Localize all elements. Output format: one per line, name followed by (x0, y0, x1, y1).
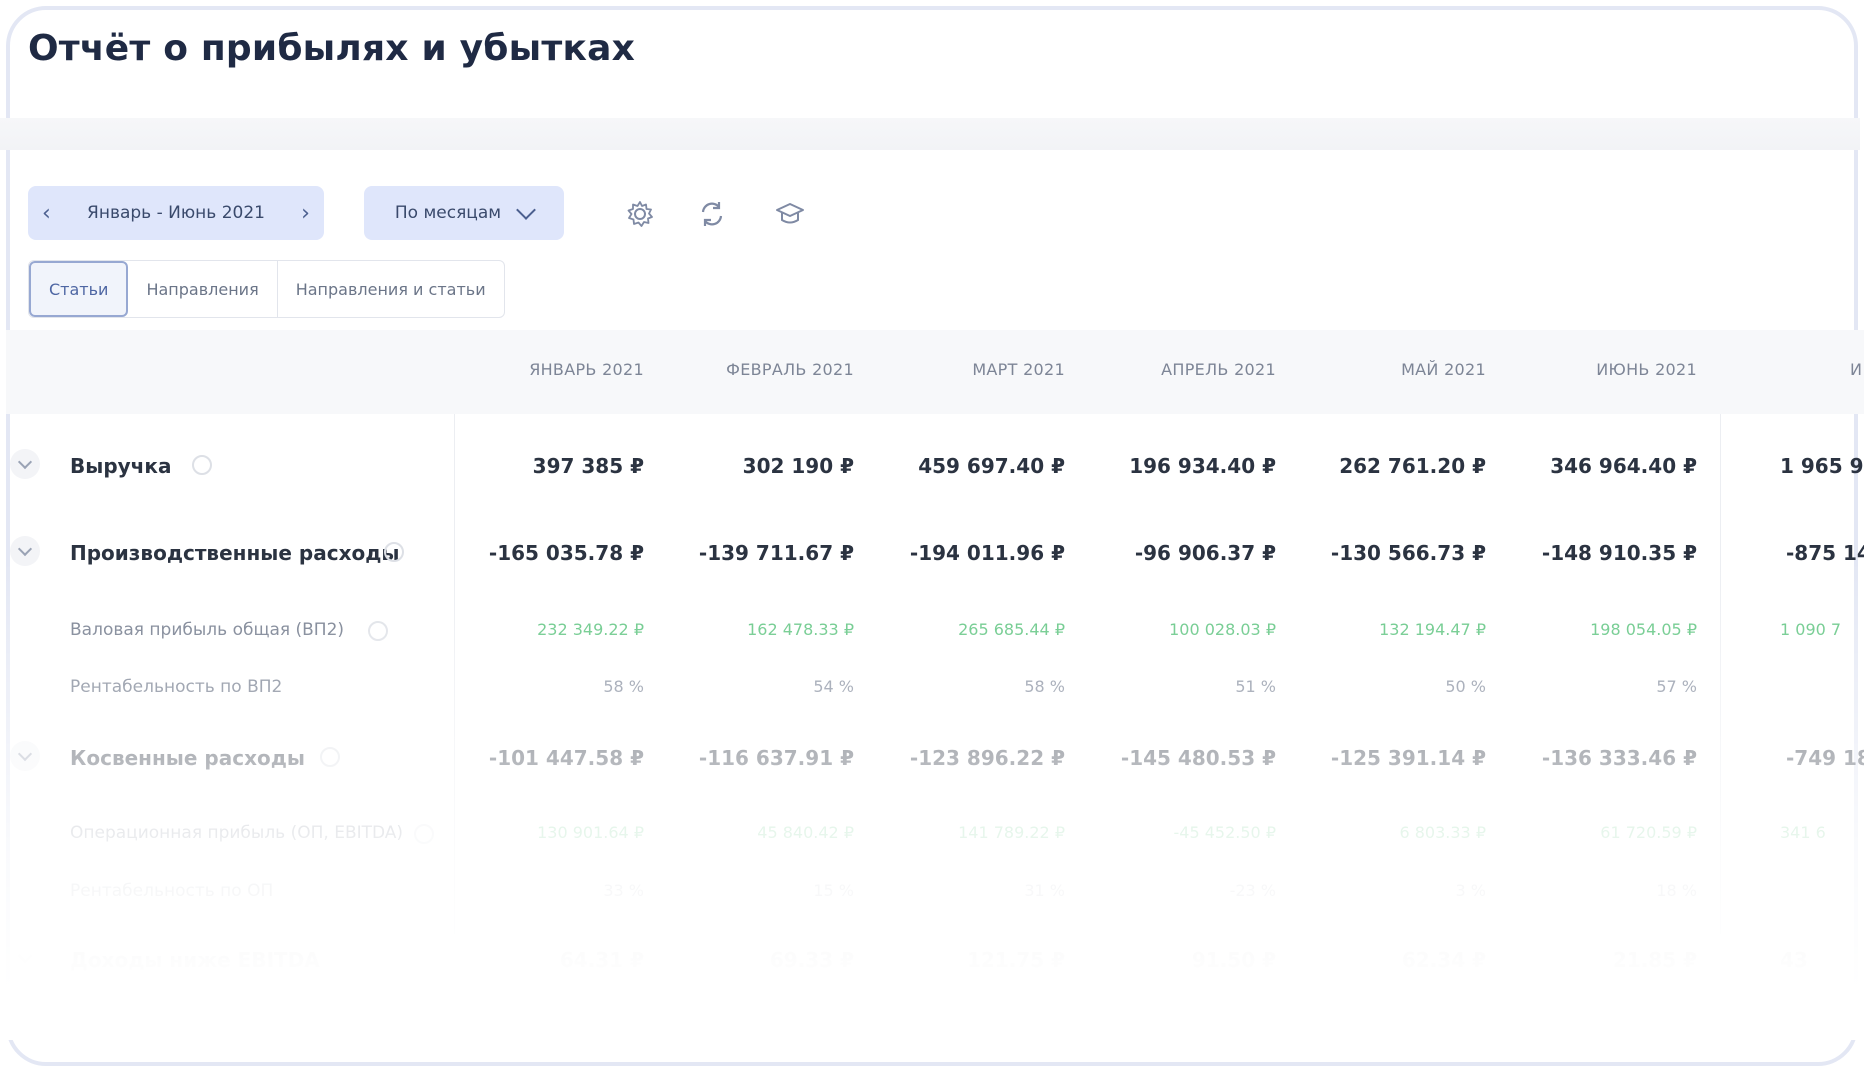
total-cell: 1 090 7 (1780, 620, 1842, 639)
report-card (6, 6, 1858, 1066)
table-cell: 141 789.22 ₽ (958, 823, 1065, 842)
table-cell: 31 % (1024, 881, 1065, 900)
chevron-left-icon[interactable]: ‹ (42, 201, 51, 226)
table-cell: -45 452.50 ₽ (1173, 823, 1276, 842)
table-cell: 302 190 ₽ (742, 454, 854, 478)
row-label: Доходы ниже EBITDA (70, 948, 320, 972)
table-cell: 62.34 ₽ (1401, 948, 1486, 972)
period-selector[interactable]: ‹ Январь - Июнь 2021 › (28, 186, 324, 240)
view-tabs: Статьи Направления Направления и статьи (28, 260, 505, 318)
table-cell: 397 385 ₽ (532, 454, 644, 478)
table-cell: -125 391.14 ₽ (1330, 746, 1486, 770)
table-cell: 121.75 ₽ (966, 948, 1065, 972)
column-header: МАРТ 2021 (972, 360, 1065, 379)
table-cell: 459 697.40 ₽ (918, 454, 1065, 478)
table-cell: -23 % (1229, 881, 1276, 900)
total-cell: 1 965 93 (1780, 454, 1864, 478)
info-icon[interactable] (192, 455, 212, 475)
table-cell: 58 % (603, 677, 644, 696)
column-header: ЯНВАРЬ 2021 (529, 360, 644, 379)
row-label: Выручка (70, 454, 172, 478)
expand-row-icon[interactable] (10, 943, 40, 973)
row-label: Производственные расходы (70, 541, 400, 565)
table-cell: 64.31 ₽ (559, 948, 644, 972)
table-cell: -136 333.46 ₽ (1541, 746, 1697, 770)
table-cell: 162 478.33 ₽ (747, 620, 854, 639)
table-cell: 54 % (813, 677, 854, 696)
table-cell: 58 % (1024, 677, 1065, 696)
total-cell: -749 18 (1786, 746, 1864, 770)
row-label: Валовая прибыль общая (ВП2) (70, 620, 345, 640)
table-cell: 196 934.40 ₽ (1129, 454, 1276, 478)
table-cell: 21.85 ₽ (1612, 948, 1697, 972)
total-cell: -875 14 (1786, 541, 1864, 565)
chevron-right-icon[interactable]: › (301, 201, 310, 226)
table-cell: 15 % (813, 881, 854, 900)
table-cell: 69.33 ₽ (769, 948, 854, 972)
table-cell: -96 906.37 ₽ (1134, 541, 1276, 565)
column-header: ФЕВРАЛЬ 2021 (726, 360, 854, 379)
page-title: Отчёт о прибылях и убытках (28, 28, 635, 69)
table-cell: -101 447.58 ₽ (488, 746, 644, 770)
row-label: Косвенные расходы (70, 746, 305, 770)
row-label: Операционная прибыль (ОП, EBITDA) (70, 823, 404, 843)
expand-row-icon[interactable] (10, 741, 40, 771)
table-cell: -139 711.67 ₽ (698, 541, 854, 565)
table-cell: 61 720.59 ₽ (1600, 823, 1697, 842)
row-label: Рентабельность по ВП2 (70, 677, 283, 697)
table-cell: 198 054.05 ₽ (1590, 620, 1697, 639)
table-cell: 3 % (1455, 881, 1486, 900)
header-divider (0, 118, 1860, 150)
column-header-total-cut: И (1850, 360, 1862, 379)
table-cell: -116 637.91 ₽ (698, 746, 854, 770)
table-cell: 265 685.44 ₽ (958, 620, 1065, 639)
table-cell: -165 035.78 ₽ (488, 541, 644, 565)
table-cell: 91.50 ₽ (1191, 948, 1276, 972)
table-cell: 18 % (1656, 881, 1697, 900)
table-cell: 33 % (603, 881, 644, 900)
gear-icon[interactable] (624, 198, 656, 230)
column-header: МАЙ 2021 (1401, 360, 1486, 379)
table-cell: 57 % (1656, 677, 1697, 696)
period-label: Январь - Июнь 2021 (87, 203, 265, 223)
column-header: АПРЕЛЬ 2021 (1161, 360, 1276, 379)
table-cell: 50 % (1445, 677, 1486, 696)
table-cell: 45 840.42 ₽ (757, 823, 854, 842)
total-cell: 341 6 (1780, 823, 1826, 842)
table-cell: -130 566.73 ₽ (1330, 541, 1486, 565)
tab-articles[interactable]: Статьи (29, 261, 129, 317)
grouping-label: По месяцам (394, 203, 502, 223)
table-cell: 232 349.22 ₽ (537, 620, 644, 639)
tab-directions[interactable]: Направления (128, 261, 278, 317)
graduation-cap-icon[interactable] (774, 198, 806, 230)
chevron-down-icon (516, 200, 537, 220)
table-cell: 132 194.47 ₽ (1379, 620, 1486, 639)
table-cell: 51 % (1235, 677, 1276, 696)
table-cell: 6 803.33 ₽ (1399, 823, 1486, 842)
refresh-icon[interactable] (696, 198, 728, 230)
expand-row-icon[interactable] (10, 536, 40, 566)
tab-directions-and-articles[interactable]: Направления и статьи (278, 261, 504, 317)
info-icon[interactable] (320, 747, 340, 767)
table-cell: -145 480.53 ₽ (1120, 746, 1276, 770)
info-icon[interactable] (384, 542, 404, 562)
table-cell: 346 964.40 ₽ (1550, 454, 1697, 478)
column-divider (454, 414, 455, 934)
info-icon[interactable] (414, 824, 434, 844)
column-divider (1720, 414, 1721, 934)
table-cell: 130 901.64 ₽ (537, 823, 644, 842)
row-label: Рентабельность по ОП (70, 881, 274, 901)
column-header: ИЮНЬ 2021 (1596, 360, 1697, 379)
table-cell: 262 761.20 ₽ (1339, 454, 1486, 478)
table-cell: -194 011.96 ₽ (909, 541, 1065, 565)
info-icon[interactable] (368, 621, 388, 641)
table-cell: 100 028.03 ₽ (1169, 620, 1276, 639)
expand-row-icon[interactable] (10, 449, 40, 479)
grouping-dropdown[interactable]: По месяцам (364, 186, 564, 240)
table-cell: -123 896.22 ₽ (909, 746, 1065, 770)
total-cell: 43 (1780, 948, 1808, 972)
table-cell: -148 910.35 ₽ (1541, 541, 1697, 565)
